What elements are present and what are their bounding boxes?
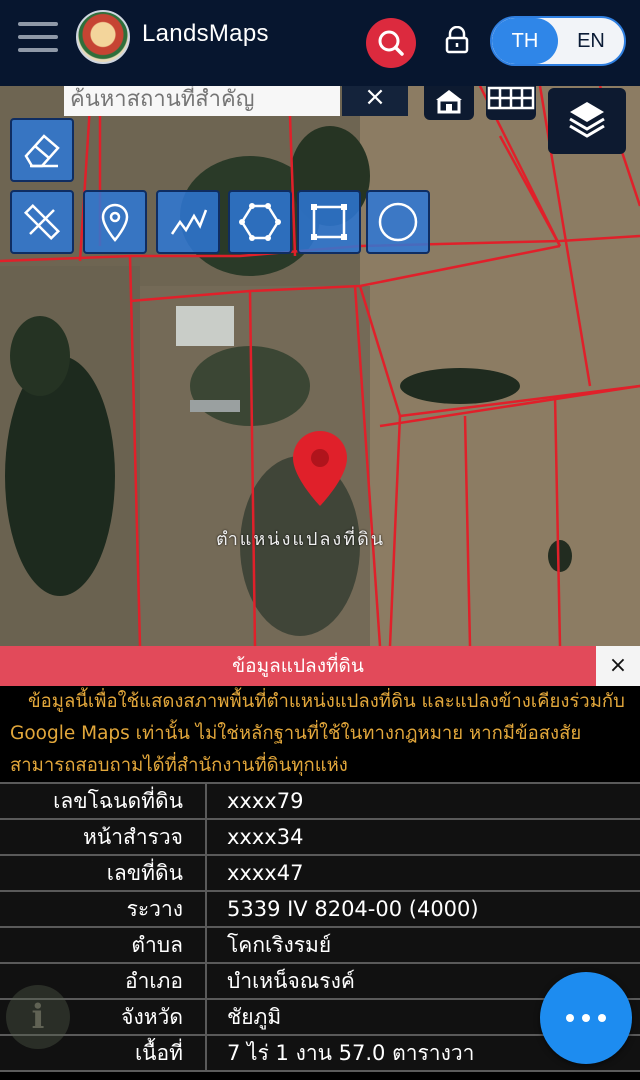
language-toggle: TH EN xyxy=(490,16,626,66)
more-options-button[interactable] xyxy=(540,972,632,1064)
top-app-bar: LandsMaps TH EN xyxy=(0,0,640,86)
map-view[interactable]: × xyxy=(0,86,640,646)
grid-button[interactable] xyxy=(486,86,536,120)
polyline-icon xyxy=(170,209,208,235)
row-value: 5339 IV 8204-00 (4000) xyxy=(206,890,640,928)
info-icon[interactable]: i xyxy=(6,985,70,1049)
row-value: xxxx34 xyxy=(206,818,640,856)
home-view-button[interactable] xyxy=(424,86,474,120)
table-row: เลขที่ดิน xxxx47 xyxy=(0,854,640,892)
more-dots-icon xyxy=(582,1014,590,1022)
circle-tool-button[interactable] xyxy=(366,190,430,254)
row-value: xxxx79 xyxy=(206,782,640,820)
landmark-search-input[interactable] xyxy=(64,86,340,116)
ruler-tool-button[interactable] xyxy=(10,190,74,254)
polygon-icon xyxy=(239,203,281,241)
panel-close-button[interactable]: × xyxy=(596,646,640,686)
row-value: xxxx47 xyxy=(206,854,640,892)
search-icon xyxy=(378,30,404,56)
land-info-header: ข้อมูลแปลงที่ดิน × xyxy=(0,646,640,686)
hamburger-menu-icon[interactable] xyxy=(18,22,58,54)
table-row: อำเภอ บำเหน็จณรงค์ xyxy=(0,962,640,1000)
table-row: เลขโฉนดที่ดิน xxxx79 xyxy=(0,782,640,820)
row-label: หน้าสำรวจ xyxy=(0,818,207,856)
map-pin-label: ตำแหน่งแปลงที่ดิน xyxy=(216,529,386,550)
row-label: เลขที่ดิน xyxy=(0,854,207,892)
app-title: LandsMaps xyxy=(142,20,269,47)
lang-en-button[interactable]: EN xyxy=(558,18,624,64)
panel-title: ข้อมูลแปลงที่ดิน xyxy=(232,655,364,677)
marker-tool-button[interactable] xyxy=(83,190,147,254)
polygon-tool-button[interactable] xyxy=(228,190,292,254)
eraser-tool-button[interactable] xyxy=(10,118,74,182)
rectangle-tool-button[interactable] xyxy=(297,190,361,254)
circle-icon xyxy=(378,202,418,242)
lock-icon[interactable] xyxy=(444,26,470,54)
table-row: ตำบล โคกเริงรมย์ xyxy=(0,926,640,964)
search-button[interactable] xyxy=(366,18,416,68)
row-label: ระวาง xyxy=(0,890,207,928)
more-dots-icon xyxy=(598,1014,606,1022)
search-clear-button[interactable]: × xyxy=(342,86,408,116)
layers-button[interactable] xyxy=(548,88,626,154)
department-logo xyxy=(76,10,130,64)
table-row: หน้าสำรวจ xxxx34 xyxy=(0,818,640,856)
row-label: ตำบล xyxy=(0,926,207,964)
layers-icon xyxy=(569,102,605,138)
disclaimer-text: ข้อมูลนี้เพื่อใช้แสดงสภาพพื้นที่ตำแหน่งแ… xyxy=(10,691,625,776)
table-row: เนื้อที่ 7 ไร่ 1 งาน 57.0 ตารางวา xyxy=(0,1034,640,1072)
more-dots-icon xyxy=(566,1014,574,1022)
row-label: เลขโฉนดที่ดิน xyxy=(0,782,207,820)
location-pin-icon xyxy=(101,203,129,242)
ruler-icon xyxy=(23,203,61,241)
polyline-tool-button[interactable] xyxy=(156,190,220,254)
home-icon xyxy=(436,90,462,114)
eraser-icon xyxy=(24,134,60,168)
grid-icon xyxy=(487,86,535,110)
satellite-imagery xyxy=(0,86,640,646)
lang-th-button[interactable]: TH xyxy=(492,18,558,64)
rectangle-icon xyxy=(311,204,347,240)
row-value: โคกเริงรมย์ xyxy=(206,926,640,964)
disclaimer-notice: ข้อมูลนี้เพื่อใช้แสดงสภาพพื้นที่ตำแหน่งแ… xyxy=(0,686,640,782)
table-row: ระวาง 5339 IV 8204-00 (4000) xyxy=(0,890,640,928)
